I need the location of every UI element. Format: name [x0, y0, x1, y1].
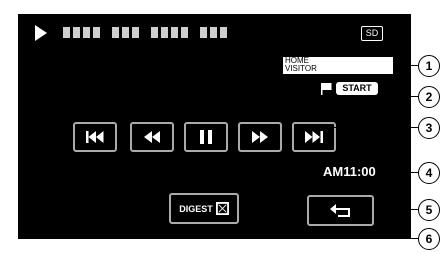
fast-forward-icon [252, 131, 268, 143]
digest-button[interactable]: DIGEST [169, 193, 239, 224]
digest-icon [215, 202, 229, 215]
back-button[interactable] [307, 195, 374, 226]
digest-label: DIGEST [179, 203, 213, 214]
callout-line-6h [203, 238, 418, 239]
skip-back-icon [86, 131, 104, 143]
callout-line-5 [374, 209, 418, 210]
callout-line-4 [384, 172, 418, 173]
callout-line-3 [330, 127, 418, 128]
callout-line-2 [378, 96, 418, 97]
callout-3: 3 [418, 117, 440, 139]
timecode-indicator [63, 27, 227, 38]
callout-line-1 [393, 65, 418, 66]
clock-display: AM11:00 [323, 164, 376, 179]
callout-line-6v [203, 224, 204, 238]
return-icon [329, 203, 350, 217]
rewind-button[interactable] [130, 122, 174, 152]
sd-media-badge: SD [361, 26, 383, 41]
callout-2: 2 [418, 86, 440, 108]
callout-5: 5 [418, 199, 440, 221]
flag-icon [321, 83, 332, 95]
pause-icon [200, 130, 212, 144]
callout-4: 4 [418, 162, 440, 184]
home-visitor-tag: HOME VISITOR [283, 57, 393, 74]
callout-1: 1 [418, 55, 440, 77]
callout-6: 6 [418, 228, 440, 250]
rewind-icon [144, 131, 160, 143]
visitor-label: VISITOR [285, 64, 317, 73]
skip-back-button[interactable] [73, 122, 117, 152]
start-badge: START [336, 82, 378, 95]
skip-forward-icon [305, 131, 323, 143]
fast-forward-button[interactable] [238, 122, 282, 152]
pause-button[interactable] [184, 122, 228, 152]
play-icon [35, 25, 47, 41]
